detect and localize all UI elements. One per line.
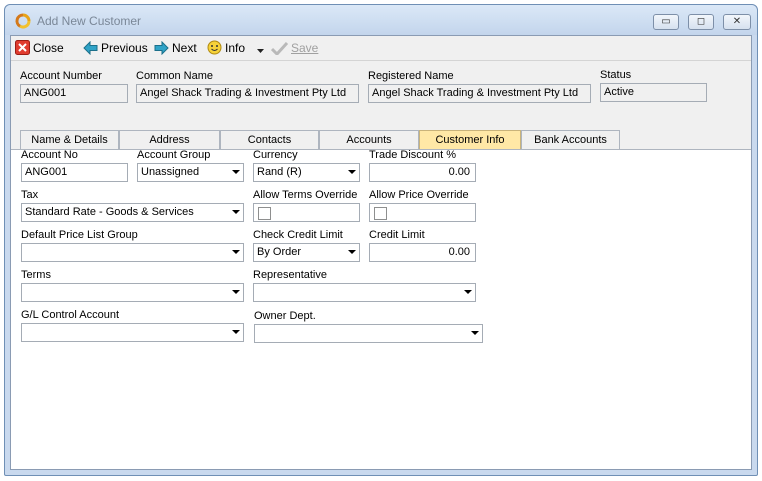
owner-dept-select[interactable] [254,324,483,343]
terms-select[interactable] [21,283,244,302]
check-credit-limit-value: By Order [257,246,302,258]
minimize-button[interactable]: ▭ [653,14,679,30]
credit-limit-field[interactable]: 0.00 [369,243,476,262]
title-bar[interactable]: Add New Customer ▭ ◻ ✕ [5,5,757,35]
account-group-select[interactable]: Unassigned [137,163,244,182]
tab-address[interactable]: Address [119,130,220,149]
default-price-list-group-label: Default Price List Group [21,229,138,241]
toolbar: Close Previous Next Info Save [11,36,751,61]
chevron-down-icon [232,330,240,334]
gl-control-account-select[interactable] [21,323,244,342]
window-title: Add New Customer [37,14,142,28]
default-price-list-group-select[interactable] [21,243,244,262]
allow-price-override-label: Allow Price Override [369,189,469,201]
chevron-down-icon [348,250,356,254]
check-credit-limit-label: Check Credit Limit [253,229,343,241]
chevron-down-icon [464,290,472,294]
close-window-button[interactable]: ✕ [723,14,751,30]
terms-label: Terms [21,269,51,281]
check-credit-limit-select[interactable]: By Order [253,243,360,262]
arrow-right-icon [154,40,169,56]
dialog-client-area: Close Previous Next Info Save Account Nu… [10,35,752,470]
info-button-label: Info [225,41,246,55]
currency-select[interactable]: Rand (R) [253,163,360,182]
registered-name-label: Registered Name [368,70,454,82]
status-field[interactable]: Active [600,83,707,102]
account-number-label: Account Number [20,70,102,82]
previous-button[interactable]: Previous [83,40,148,57]
registered-name-field[interactable]: Angel Shack Trading & Investment Pty Ltd [368,84,591,103]
allow-terms-override-label: Allow Terms Override [253,189,358,201]
save-button-label: Save [291,41,319,55]
trade-discount-field[interactable]: 0.00 [369,163,476,182]
close-icon [15,40,30,55]
arrow-left-icon [83,40,98,56]
tax-select[interactable]: Standard Rate - Goods & Services [21,203,244,222]
close-button[interactable]: Close [15,40,64,57]
chevron-down-icon [348,170,356,174]
allow-terms-override-checkbox[interactable] [258,207,271,220]
tab-customer-info[interactable]: Customer Info [419,130,521,150]
tax-value: Standard Rate - Goods & Services [25,206,194,218]
account-no-label: Account No [21,149,78,161]
gl-control-account-label: G/L Control Account [21,309,120,321]
previous-button-label: Previous [101,41,148,55]
info-button[interactable]: Info [207,40,268,57]
save-button[interactable]: Save [270,40,319,57]
info-smiley-icon [207,40,222,55]
credit-limit-label: Credit Limit [369,229,425,241]
tax-label: Tax [21,189,39,201]
chevron-down-icon [471,331,479,335]
dialog-window: Add New Customer ▭ ◻ ✕ Close Previous Ne… [4,4,758,476]
owner-dept-label: Owner Dept. [254,310,316,322]
currency-label: Currency [253,149,298,161]
allow-terms-override-field [253,203,360,222]
tab-strip: Name & Details Address Contacts Accounts… [11,130,751,150]
chevron-down-icon [232,290,240,294]
next-button-label: Next [172,41,197,55]
dropdown-arrow-icon[interactable] [256,46,265,55]
tab-bank-accounts[interactable]: Bank Accounts [521,130,620,149]
allow-price-override-field [369,203,476,222]
chevron-down-icon [232,210,240,214]
allow-price-override-checkbox[interactable] [374,207,387,220]
account-no-field[interactable]: ANG001 [21,163,128,182]
next-button[interactable]: Next [154,40,197,57]
checkmark-icon [270,41,289,57]
account-group-value: Unassigned [141,166,200,178]
account-group-label: Account Group [137,149,211,161]
currency-value: Rand (R) [257,166,302,178]
common-name-field[interactable]: Angel Shack Trading & Investment Pty Ltd [136,84,359,103]
common-name-label: Common Name [136,70,214,82]
representative-select[interactable] [253,283,476,302]
trade-discount-label: Trade Discount % [369,149,457,161]
tab-contacts[interactable]: Contacts [220,130,319,149]
chevron-down-icon [232,170,240,174]
status-label: Status [600,69,632,81]
app-logo-icon [15,13,31,29]
chevron-down-icon [232,250,240,254]
representative-label: Representative [253,269,327,281]
account-number-field[interactable]: ANG001 [20,84,128,103]
maximize-button[interactable]: ◻ [688,14,714,30]
tab-name-details[interactable]: Name & Details [20,130,119,149]
close-button-label: Close [33,41,64,55]
customer-header: Account Number ANG001 Common Name Angel … [11,61,751,130]
tab-accounts[interactable]: Accounts [319,130,419,149]
